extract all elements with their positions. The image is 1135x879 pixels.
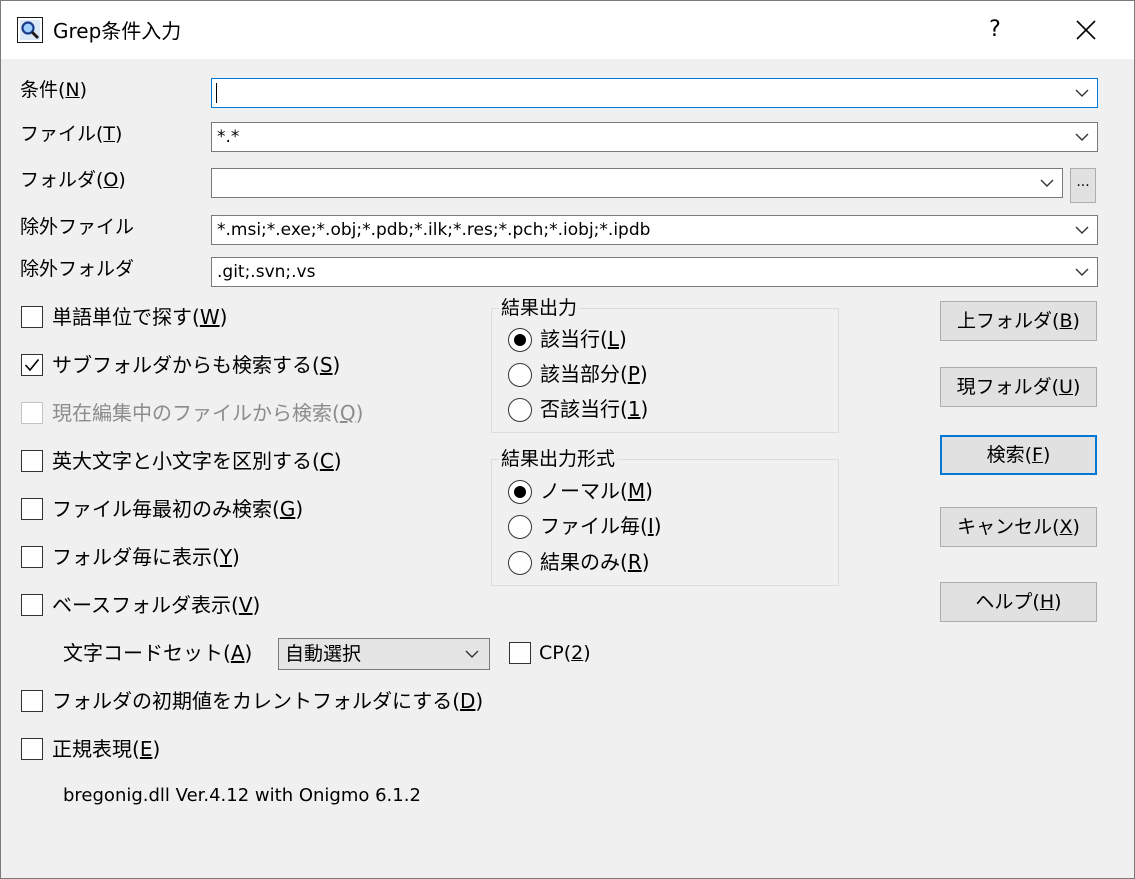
magnifier-icon xyxy=(17,17,43,43)
current-file-checkbox xyxy=(21,402,43,424)
first-match-checkbox[interactable] xyxy=(21,498,43,520)
chevron-down-icon xyxy=(1075,268,1089,276)
encoding-label: 文字コードセット(A) xyxy=(63,641,253,665)
version-text: bregonig.dll Ver.4.12 with Onigmo 6.1.2 xyxy=(63,785,421,806)
radio-unmatched-line[interactable] xyxy=(508,398,532,422)
subfolder-label[interactable]: サブフォルダからも検索する(S) xyxy=(52,352,340,378)
folder-label: フォルダ(O) xyxy=(20,169,126,191)
per-file-label[interactable]: ファイル毎(I) xyxy=(540,513,662,539)
regex-label[interactable]: 正規表現(E) xyxy=(52,736,160,762)
parent-folder-button[interactable]: 上フォルダ(B) xyxy=(940,301,1097,341)
chevron-down-icon xyxy=(1075,226,1089,234)
radio-result-only[interactable] xyxy=(508,551,532,575)
case-sensitive-checkbox[interactable] xyxy=(21,450,43,472)
case-sensitive-label[interactable]: 英大文字と小文字を区別する(C) xyxy=(52,448,342,474)
condition-combo[interactable] xyxy=(211,78,1098,108)
chevron-down-icon xyxy=(1075,89,1089,97)
radio-selected-dot xyxy=(514,486,526,498)
result-only-label[interactable]: 結果のみ(R) xyxy=(540,549,650,575)
exclude-file-label: 除外ファイル xyxy=(20,216,135,238)
title-bar: Grep条件入力 ? xyxy=(1,1,1134,59)
checkmark-icon xyxy=(24,358,40,372)
per-folder-checkbox[interactable] xyxy=(21,546,43,568)
subfolder-checkbox[interactable] xyxy=(21,354,43,376)
whole-word-checkbox[interactable] xyxy=(21,306,43,328)
close-icon[interactable] xyxy=(1069,13,1103,47)
exclude-folder-label: 除外フォルダ xyxy=(20,258,135,280)
exclude-file-combo[interactable]: *.msi;*.exe;*.obj;*.pdb;*.ilk;*.res;*.pc… xyxy=(211,215,1098,245)
file-combo[interactable]: *.* xyxy=(211,122,1098,152)
cp-label[interactable]: CP(2) xyxy=(539,640,591,666)
chevron-down-icon xyxy=(1075,133,1089,141)
result-format-title: 結果出力形式 xyxy=(499,447,618,471)
cancel-button[interactable]: キャンセル(X) xyxy=(940,507,1097,547)
chevron-down-icon xyxy=(1040,179,1054,187)
result-output-title: 結果出力 xyxy=(499,296,580,320)
radio-per-file[interactable] xyxy=(508,515,532,539)
cp-checkbox[interactable] xyxy=(509,642,531,664)
help-button[interactable]: ヘルプ(H) xyxy=(940,582,1097,622)
grep-dialog: Grep条件入力 ? 条件(N) ファイル(T) *.* フォルダ(O) ...… xyxy=(0,0,1135,879)
radio-matched-part[interactable] xyxy=(508,363,532,387)
search-button[interactable]: 検索(F) xyxy=(940,435,1097,475)
condition-label: 条件(N) xyxy=(20,79,88,101)
window-title: Grep条件入力 xyxy=(53,19,182,43)
first-match-label[interactable]: ファイル毎最初のみ検索(G) xyxy=(52,496,303,522)
per-folder-label[interactable]: フォルダ毎に表示(Y) xyxy=(52,544,240,570)
file-label: ファイル(T) xyxy=(20,123,123,145)
normal-label[interactable]: ノーマル(M) xyxy=(540,478,653,504)
exclude-file-value: *.msi;*.exe;*.obj;*.pdb;*.ilk;*.res;*.pc… xyxy=(217,220,651,240)
init-folder-label[interactable]: フォルダの初期値をカレントフォルダにする(D) xyxy=(52,688,483,714)
init-folder-checkbox[interactable] xyxy=(21,690,43,712)
regex-checkbox[interactable] xyxy=(21,738,43,760)
browse-folder-button[interactable]: ... xyxy=(1070,168,1096,203)
file-value: *.* xyxy=(217,127,240,147)
radio-selected-dot xyxy=(514,334,526,346)
folder-combo[interactable] xyxy=(211,168,1063,198)
exclude-folder-value: .git;.svn;.vs xyxy=(217,262,316,282)
chevron-down-icon xyxy=(465,650,479,658)
matched-part-label[interactable]: 該当部分(P) xyxy=(540,361,648,387)
encoding-select[interactable]: 自動選択 xyxy=(278,638,490,670)
base-folder-label[interactable]: ベースフォルダ表示(V) xyxy=(52,592,260,618)
exclude-folder-combo[interactable]: .git;.svn;.vs xyxy=(211,257,1098,287)
encoding-selected: 自動選択 xyxy=(285,643,362,665)
base-folder-checkbox[interactable] xyxy=(21,594,43,616)
radio-normal[interactable] xyxy=(508,480,532,504)
current-folder-button[interactable]: 現フォルダ(U) xyxy=(940,367,1097,407)
whole-word-label[interactable]: 単語単位で探す(W) xyxy=(52,304,227,330)
help-icon[interactable]: ? xyxy=(978,13,1012,47)
text-caret xyxy=(216,83,217,103)
unmatched-line-label[interactable]: 否該当行(1) xyxy=(540,396,648,422)
current-file-label: 現在編集中のファイルから検索(Q) xyxy=(52,401,364,425)
matched-line-label[interactable]: 該当行(L) xyxy=(540,326,627,352)
radio-matched-line[interactable] xyxy=(508,328,532,352)
